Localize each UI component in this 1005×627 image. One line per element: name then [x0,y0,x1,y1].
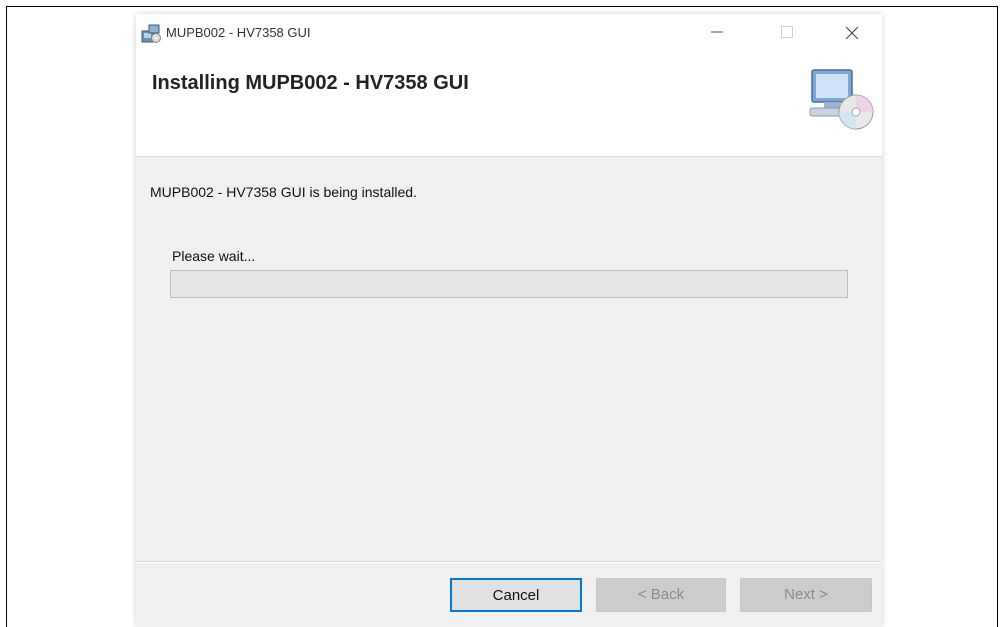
install-progress-bar [170,270,848,298]
cancel-button[interactable]: Cancel [450,578,582,612]
close-icon [845,26,859,40]
page-title: Installing MUPB002 - HV7358 GUI [152,72,469,94]
installer-app-icon [140,22,162,44]
minimize-icon [711,31,723,33]
maximize-button [764,14,810,50]
installer-header: Installing MUPB002 - HV7358 GUI [136,50,882,157]
installer-window: MUPB002 - HV7358 GUI Installing MUPB002 … [136,14,882,627]
footer-divider [136,561,882,563]
title-bar[interactable]: MUPB002 - HV7358 GUI [136,14,882,50]
please-wait-label: Please wait... [172,248,256,264]
back-button[interactable]: < Back [596,578,726,612]
maximize-icon [781,26,793,38]
computer-cd-setup-icon [806,68,874,134]
window-title: MUPB002 - HV7358 GUI [166,25,311,40]
close-button[interactable] [828,14,874,50]
minimize-button[interactable] [694,14,740,50]
install-status-message: MUPB002 - HV7358 GUI is being installed. [150,184,417,200]
next-button[interactable]: Next > [740,578,872,612]
